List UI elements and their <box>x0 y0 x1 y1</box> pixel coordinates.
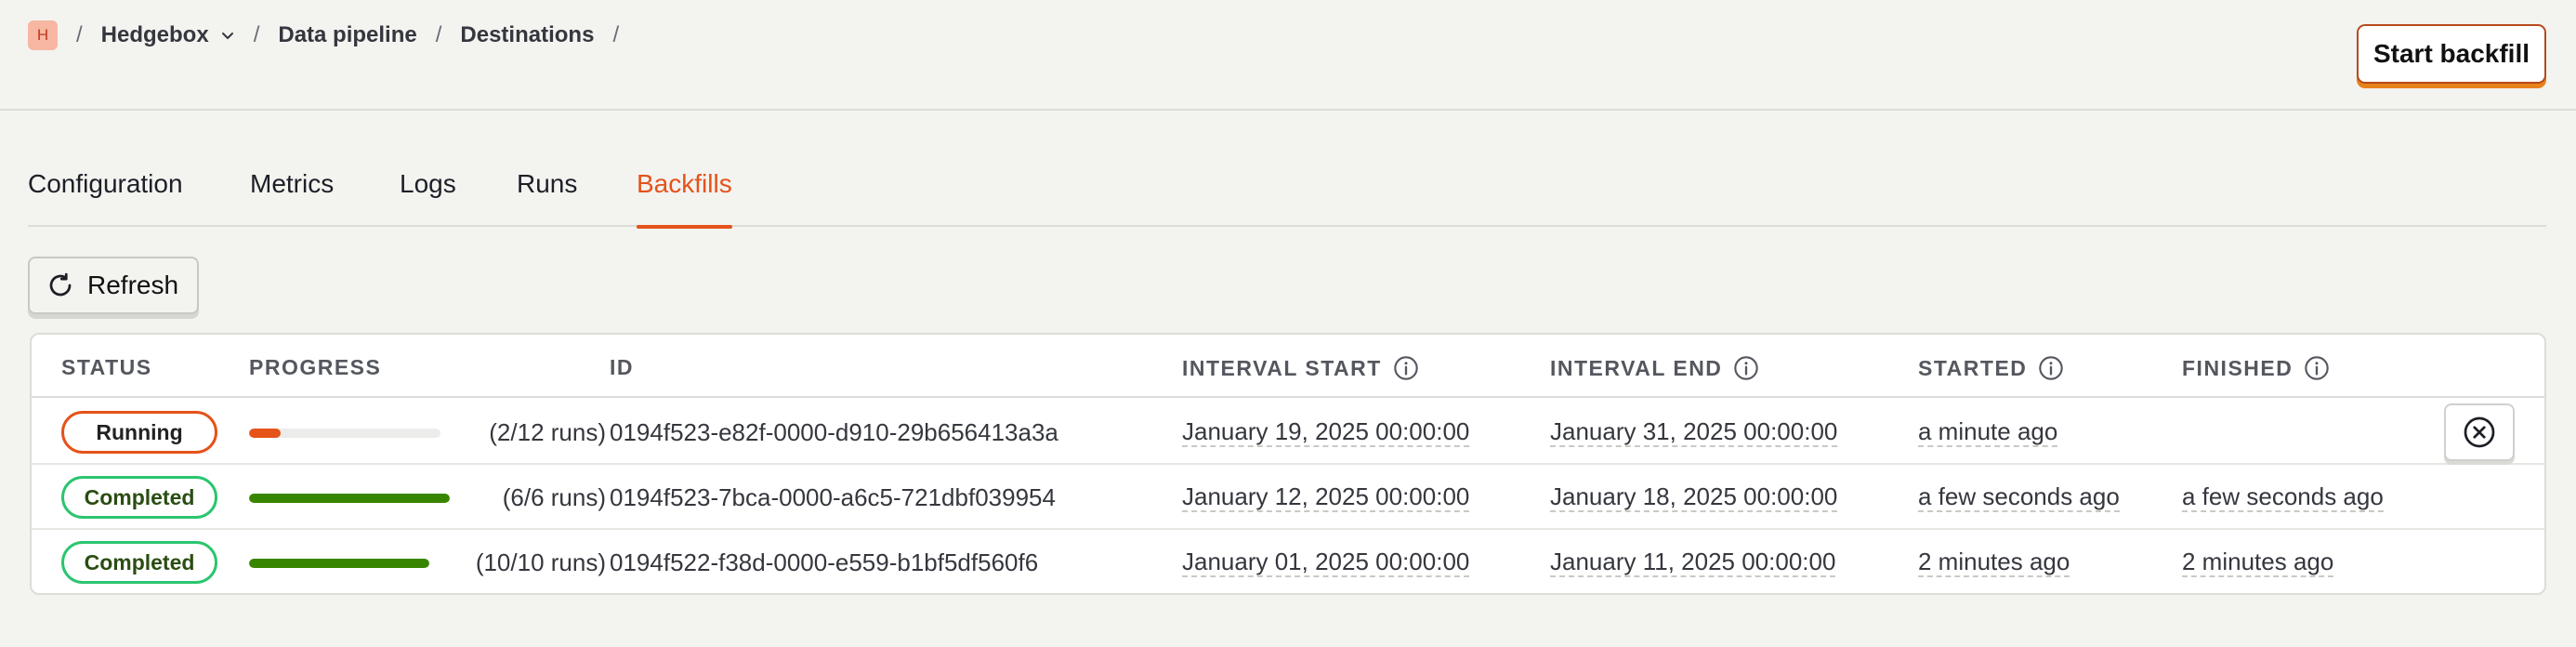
column-header-status: Status <box>61 355 152 380</box>
progress-runs-text: (10/10 runs) <box>475 548 606 576</box>
table-row: Running (2/12 runs) 0194f523-e82f-0000-d… <box>32 400 2544 465</box>
table-row: Completed (10/10 runs) 0194f522-f38d-000… <box>32 530 2544 593</box>
column-header-label: ID <box>610 355 634 379</box>
progress-runs-text: (6/6 runs) <box>502 482 606 511</box>
start-backfill-button[interactable]: Start backfill <box>2357 24 2546 84</box>
interval-start: January 01, 2025 00:00:00 <box>1182 548 1470 577</box>
chevron-down-icon <box>221 33 233 39</box>
column-header-interval-start: Interval start <box>1182 355 1419 381</box>
cancel-circle-icon <box>2464 416 2495 448</box>
top-bar: H / Hedgebox / Data pipeline / Destinati… <box>0 0 2576 111</box>
tab-configuration[interactable]: Configuration <box>28 165 183 227</box>
refresh-label: Refresh <box>87 271 179 299</box>
finished-time: 2 minutes ago <box>2182 548 2334 577</box>
status-badge: Completed <box>61 541 217 584</box>
info-icon[interactable] <box>1733 355 1759 381</box>
info-icon[interactable] <box>2304 355 2330 381</box>
started-time: a few seconds ago <box>1918 482 2120 512</box>
refresh-icon <box>49 272 72 297</box>
breadcrumb: H / Hedgebox / Data pipeline / Destinati… <box>28 19 637 52</box>
progress-bar-fill <box>249 429 282 438</box>
tab-runs[interactable]: Runs <box>517 165 577 227</box>
breadcrumb-separator: / <box>253 22 260 47</box>
progress-bar-fill <box>249 559 429 568</box>
progress-runs-text: (2/12 runs) <box>489 417 606 446</box>
breadcrumb-separator: / <box>76 22 83 47</box>
tab-logs[interactable]: Logs <box>400 165 456 227</box>
breadcrumb-destinations[interactable]: Destinations <box>460 22 594 48</box>
interval-start: January 19, 2025 00:00:00 <box>1182 417 1470 447</box>
progress-bar-fill <box>249 494 450 503</box>
backfill-id: 0194f522-f38d-0000-e559-b1bf5df560f6 <box>610 548 1039 576</box>
breadcrumb-data-pipeline[interactable]: Data pipeline <box>278 22 416 48</box>
table-row: Completed (6/6 runs) 0194f523-7bca-0000-… <box>32 465 2544 530</box>
org-avatar[interactable]: H <box>28 20 58 50</box>
column-header-label: Interval start <box>1182 355 1382 380</box>
started-time: a minute ago <box>1918 417 2058 447</box>
info-icon[interactable] <box>2038 355 2064 381</box>
backfills-table: Status Progress ID Interval start Interv… <box>30 333 2546 595</box>
backfill-id: 0194f523-e82f-0000-d910-29b656413a3a <box>610 417 1058 446</box>
cancel-backfill-button[interactable] <box>2444 403 2515 461</box>
table-header: Status Progress ID Interval start Interv… <box>32 335 2544 398</box>
finished-time: a few seconds ago <box>2182 482 2384 512</box>
interval-end: January 18, 2025 00:00:00 <box>1550 482 1838 512</box>
progress-bar <box>249 429 440 438</box>
column-header-label: Interval end <box>1550 355 1723 380</box>
info-icon[interactable] <box>1393 355 1419 381</box>
column-header-interval-end: Interval end <box>1550 355 1759 381</box>
progress-bar <box>249 559 429 568</box>
backfill-id: 0194f523-7bca-0000-a6c5-721dbf039954 <box>610 482 1056 511</box>
status-badge: Running <box>61 411 217 454</box>
progress-bar <box>249 494 450 503</box>
tab-bar: Configuration Metrics Logs Runs Backfill… <box>28 165 2546 229</box>
column-header-progress: Progress <box>249 355 381 380</box>
column-header-label: Finished <box>2182 355 2293 380</box>
breadcrumb-project[interactable]: Hedgebox <box>101 22 235 48</box>
interval-end: January 31, 2025 00:00:00 <box>1550 417 1838 447</box>
status-badge: Completed <box>61 476 217 519</box>
column-header-label: Started <box>1918 355 2028 380</box>
column-header-finished: Finished <box>2182 355 2330 381</box>
breadcrumb-separator: / <box>612 22 620 47</box>
interval-start: January 12, 2025 00:00:00 <box>1182 482 1470 512</box>
refresh-button[interactable]: Refresh <box>28 257 199 314</box>
breadcrumb-project-label: Hedgebox <box>100 22 209 47</box>
interval-end: January 11, 2025 00:00:00 <box>1550 548 1836 577</box>
column-header-id: ID <box>610 355 634 380</box>
column-header-started: Started <box>1918 355 2064 381</box>
started-time: 2 minutes ago <box>1918 548 2070 577</box>
column-header-label: Status <box>61 355 152 379</box>
breadcrumb-separator: / <box>435 22 442 47</box>
column-header-label: Progress <box>249 355 382 379</box>
tab-backfills[interactable]: Backfills <box>637 165 732 229</box>
tab-metrics[interactable]: Metrics <box>250 165 334 227</box>
